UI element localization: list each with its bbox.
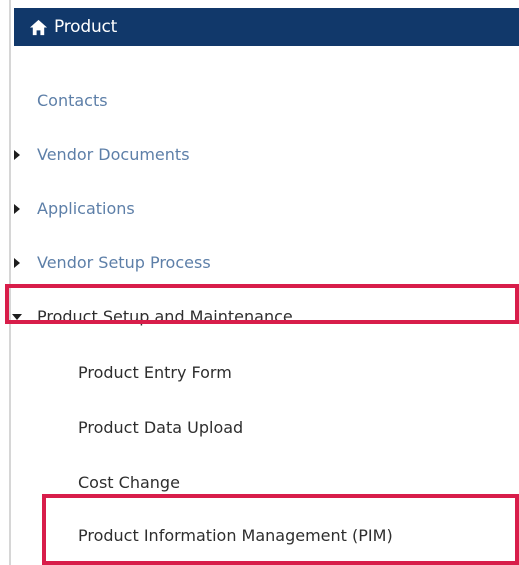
nav-item-label: Vendor Documents bbox=[37, 145, 190, 164]
expand-arrow-icon[interactable] bbox=[14, 204, 20, 214]
product-header[interactable]: Product bbox=[14, 8, 519, 46]
expand-arrow-icon[interactable] bbox=[14, 258, 20, 268]
home-icon bbox=[29, 19, 48, 35]
nav-item-label: Vendor Setup Process bbox=[37, 253, 211, 272]
nav-item-vendor-setup-process[interactable]: Vendor Setup Process bbox=[37, 248, 211, 278]
nav-subitem-product-information-management[interactable]: Product Information Management (PIM) bbox=[78, 521, 393, 551]
navigation-panel: Product Contacts Vendor Documents Applic… bbox=[0, 0, 519, 565]
nav-subitem-label: Product Entry Form bbox=[78, 363, 232, 382]
header-title: Product bbox=[54, 17, 118, 37]
nav-item-product-setup-and-maintenance[interactable]: Product Setup and Maintenance bbox=[37, 302, 293, 332]
panel-left-border bbox=[9, 0, 11, 565]
nav-subitem-product-data-upload[interactable]: Product Data Upload bbox=[78, 413, 243, 443]
nav-item-label: Contacts bbox=[37, 91, 108, 110]
expand-arrow-icon[interactable] bbox=[14, 150, 20, 160]
nav-item-contacts[interactable]: Contacts bbox=[37, 86, 108, 116]
collapse-arrow-icon[interactable] bbox=[12, 314, 22, 320]
nav-item-label: Product Setup and Maintenance bbox=[37, 307, 293, 326]
nav-item-applications[interactable]: Applications bbox=[37, 194, 135, 224]
nav-item-vendor-documents[interactable]: Vendor Documents bbox=[37, 140, 190, 170]
nav-subitem-label: Product Information Management (PIM) bbox=[78, 526, 393, 545]
nav-item-label: Applications bbox=[37, 199, 135, 218]
nav-subitem-label: Cost Change bbox=[78, 473, 180, 492]
nav-subitem-product-entry-form[interactable]: Product Entry Form bbox=[78, 358, 232, 388]
nav-subitem-label: Product Data Upload bbox=[78, 418, 244, 437]
nav-subitem-cost-change[interactable]: Cost Change bbox=[78, 468, 180, 498]
